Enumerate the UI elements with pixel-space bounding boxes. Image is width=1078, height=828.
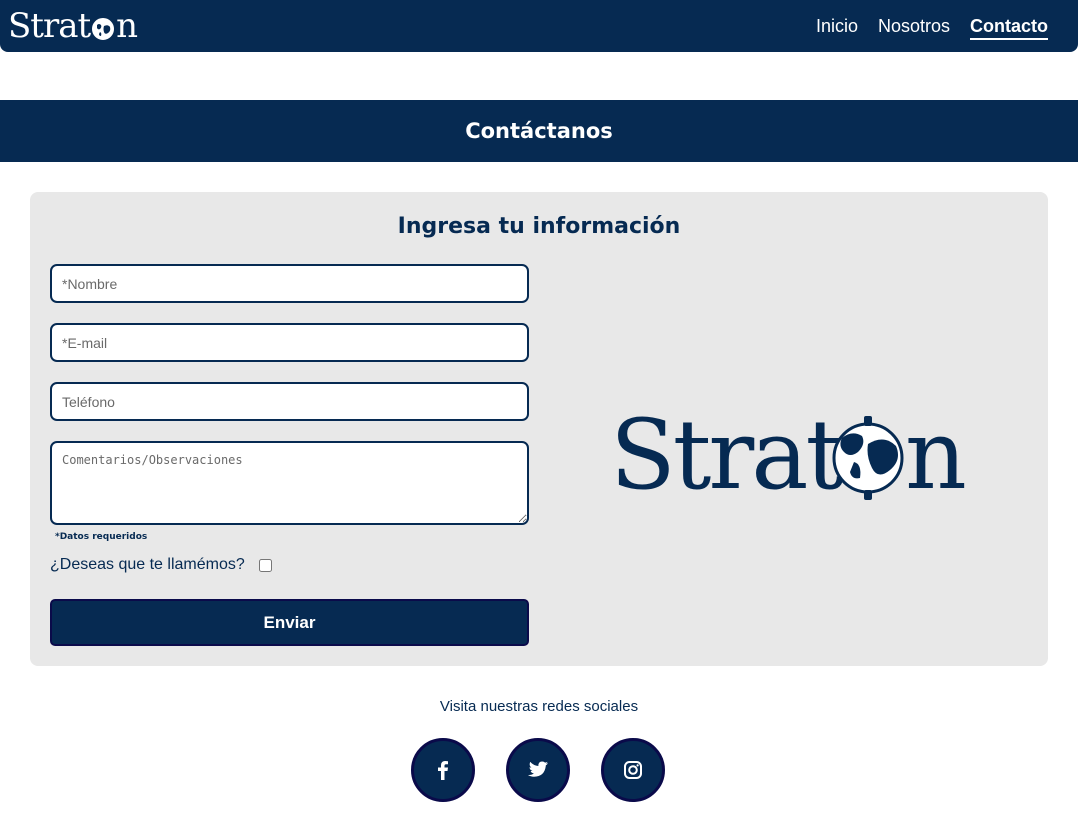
top-navbar: Strat n Inicio Nosotros Contacto	[0, 0, 1078, 52]
callback-label: ¿Deseas que te llamémos?	[50, 556, 245, 573]
brand-logo-text-right: n	[116, 6, 138, 46]
brand-logo[interactable]: Strat n	[8, 4, 138, 48]
brand-logo-text-left: Strat	[8, 6, 91, 46]
nav-link-contacto[interactable]: Contacto	[970, 14, 1048, 40]
logo-text-left: Strat	[610, 400, 843, 500]
phone-input[interactable]	[50, 382, 529, 421]
contact-form-card: Ingresa tu información *Datos requeridos…	[30, 192, 1048, 666]
instagram-button[interactable]	[601, 738, 665, 802]
straton-logo: Strat n	[610, 400, 967, 500]
instagram-icon	[624, 761, 642, 779]
logo-text-right: n	[905, 400, 967, 500]
twitter-button[interactable]	[506, 738, 570, 802]
main-nav: Inicio Nosotros Contacto	[816, 14, 1048, 40]
contact-hero-band: Contáctanos	[0, 100, 1078, 162]
comments-textarea[interactable]	[50, 441, 529, 525]
twitter-icon	[527, 761, 549, 777]
nav-link-inicio[interactable]: Inicio	[816, 14, 858, 40]
form-title: Ingresa tu información	[397, 214, 681, 239]
page-title: Contáctanos	[465, 119, 613, 143]
social-links	[0, 738, 1078, 802]
name-input[interactable]	[50, 264, 529, 303]
callback-checkbox[interactable]	[258, 558, 272, 572]
globe-icon	[92, 18, 115, 40]
social-caption: Visita nuestras redes sociales	[439, 698, 639, 715]
nav-link-nosotros[interactable]: Nosotros	[878, 14, 950, 40]
email-input[interactable]	[50, 323, 529, 362]
required-fields-note: *Datos requeridos	[55, 532, 148, 542]
facebook-button[interactable]	[411, 738, 475, 802]
callback-option: ¿Deseas que te llamémos?	[50, 556, 272, 574]
facebook-icon	[438, 761, 448, 780]
submit-button[interactable]: Enviar	[50, 599, 529, 646]
logo-globe-icon	[832, 416, 904, 500]
